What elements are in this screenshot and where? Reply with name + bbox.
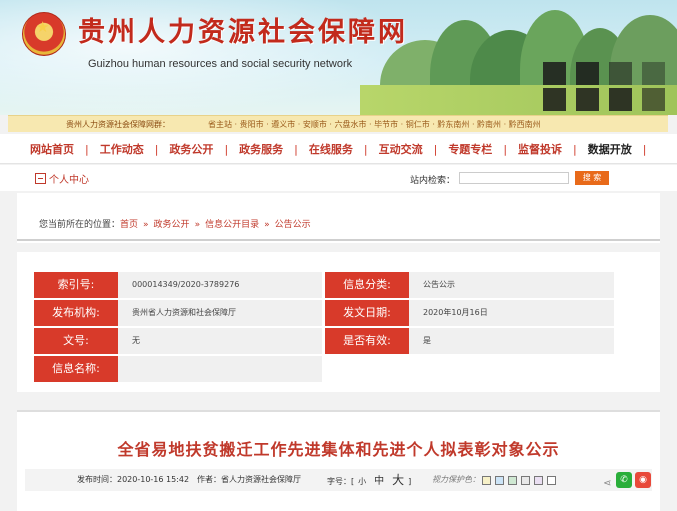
nav-separator: | xyxy=(224,142,229,156)
article-author: 作者：省人力资源社会保障厅 xyxy=(197,475,301,484)
search-button[interactable]: 搜 索 xyxy=(575,171,609,185)
nav-separator: | xyxy=(573,142,577,156)
index-label: 索引号: xyxy=(34,272,123,298)
breadcrumb-separator: » xyxy=(264,220,270,230)
category-value: 公告公示 xyxy=(409,272,614,298)
breadcrumb: 您当前所在的位置：首页 » 政务公开 » 信息公开目录 » 公告公示 xyxy=(39,217,311,230)
nav-item-open-data[interactable]: 数据开放 | xyxy=(588,141,658,157)
font-size-control: 字号：[小中大] xyxy=(327,473,412,487)
date-label: 发文日期: xyxy=(325,300,414,326)
org-label: 发布机构: xyxy=(34,300,123,326)
eye-care-swatch[interactable] xyxy=(521,476,530,485)
font-size-small[interactable]: 小 xyxy=(358,477,366,486)
breadcrumb-catalog[interactable]: 信息公开目录 xyxy=(205,220,259,230)
breadcrumb-separator: » xyxy=(194,220,201,230)
site-group-label: 贵州人力资源社会保障网群： xyxy=(66,120,170,129)
eye-care-swatch[interactable] xyxy=(547,476,556,485)
breadcrumb-home[interactable]: 首页 xyxy=(120,220,138,230)
eye-care-swatch[interactable] xyxy=(482,476,491,485)
nav-separator: | xyxy=(85,142,89,156)
name-label: 信息名称: xyxy=(34,356,123,382)
nav-separator: | xyxy=(154,142,159,156)
nav-separator: | xyxy=(433,142,438,156)
font-size-label: 字号： xyxy=(327,477,351,486)
nav-separator: | xyxy=(363,142,368,156)
nav-item-topics[interactable]: 专题专栏 | xyxy=(448,141,518,157)
personal-center-label: 个人中心 xyxy=(49,175,89,186)
nav-item-gov-service[interactable]: 政务服务 | xyxy=(239,141,309,157)
nav-item-news[interactable]: 工作动态 | xyxy=(100,141,170,157)
main-nav: 网站首页 | 工作动态 | 政务公开 | 政务服务 | 在线服务 | 互动交流 | 专题专栏… xyxy=(0,134,677,164)
site-banner: ★ 贵州人力资源社会保障网 Guizhou human resources an… xyxy=(0,0,677,115)
national-emblem-icon: ★ xyxy=(22,12,66,56)
font-size-large[interactable]: 大 xyxy=(392,473,404,487)
nav-item-home[interactable]: 网站首页 | xyxy=(30,141,100,157)
breadcrumb-divider xyxy=(17,239,660,241)
valid-label: 是否有效: xyxy=(325,328,414,354)
site-group-bar: 贵州人力资源社会保障网群： 省主站 · 贵阳市 · 遵义市 · 安顺市 · 六盘… xyxy=(8,115,668,132)
eye-care-swatch[interactable] xyxy=(495,476,504,485)
share-icon[interactable]: ⋖ xyxy=(603,473,611,495)
article-meta-bar: 发布时间：2020-10-16 15:42 作者：省人力资源社会保障厅 字号：[… xyxy=(25,469,652,491)
site-subtitle: Guizhou human resources and social secur… xyxy=(88,58,353,70)
banner-tile xyxy=(609,88,632,111)
article-title: 全省易地扶贫搬迁工作先进集体和先进个人拟表彰对象公示 xyxy=(117,440,560,459)
nav-item-interaction[interactable]: 互动交流 | xyxy=(379,141,449,157)
article-panel: 全省易地扶贫搬迁工作先进集体和先进个人拟表彰对象公示 发布时间：2020-10-… xyxy=(17,410,660,511)
nav-separator: | xyxy=(642,142,647,156)
banner-tile xyxy=(543,62,566,85)
search-label: 站内检索： xyxy=(410,176,456,186)
valid-value: 是 xyxy=(409,328,614,354)
banner-tile xyxy=(609,62,632,85)
date-value: 2020年10月16日 xyxy=(409,300,614,326)
eye-care-swatch[interactable] xyxy=(508,476,517,485)
login-icon xyxy=(35,173,46,184)
font-size-medium[interactable]: 中 xyxy=(374,476,384,487)
name-value xyxy=(118,356,322,382)
banner-tile xyxy=(543,88,566,111)
search-input[interactable] xyxy=(459,172,569,184)
docno-value: 无 xyxy=(118,328,322,354)
category-label: 信息分类: xyxy=(325,272,414,298)
toolbar: 个人中心 站内检索： 搜 索 xyxy=(0,165,677,191)
banner-tile xyxy=(642,62,665,85)
banner-tile xyxy=(642,88,665,111)
eye-care-label: 视力保护色： xyxy=(432,475,480,484)
publish-time: 发布时间：2020-10-16 15:42 xyxy=(77,475,190,484)
wechat-icon[interactable]: ✆ xyxy=(616,472,632,488)
org-value: 贵州省人力资源和社会保障厅 xyxy=(118,300,322,326)
breadcrumb-separator: » xyxy=(143,220,149,230)
nav-separator: | xyxy=(503,142,508,156)
index-value: 000014349/2020-3789276 xyxy=(118,272,322,298)
weibo-icon[interactable]: ◉ xyxy=(635,472,651,488)
eye-care-swatch[interactable] xyxy=(534,476,543,485)
banner-tile xyxy=(576,62,599,85)
nav-item-online-service[interactable]: 在线服务 | xyxy=(309,141,379,157)
banner-tiles xyxy=(543,62,665,111)
breadcrumb-notices[interactable]: 公告公示 xyxy=(275,220,311,230)
nav-item-complaints[interactable]: 监督投诉 | xyxy=(518,141,588,157)
site-group-links[interactable]: 省主站 · 贵阳市 · 遵义市 · 安顺市 · 六盘水市 · 毕节市 · 铜仁市… xyxy=(208,116,541,133)
nav-separator: | xyxy=(294,142,298,156)
breadcrumb-gov-info[interactable]: 政务公开 xyxy=(154,220,190,230)
personal-center-link[interactable]: 个人中心 xyxy=(35,171,89,186)
site-title: 贵州人力资源社会保障网 xyxy=(78,17,408,48)
nav-item-gov-info[interactable]: 政务公开 | xyxy=(169,141,239,157)
docno-label: 文号: xyxy=(34,328,123,354)
breadcrumb-panel: 您当前所在的位置：首页 » 政务公开 » 信息公开目录 » 公告公示 xyxy=(17,193,660,243)
breadcrumb-lead: 您当前所在的位置： xyxy=(39,220,121,230)
banner-tile xyxy=(576,88,599,111)
info-table: 索引号: 000014349/2020-3789276 信息分类: 公告公示 发… xyxy=(17,252,660,392)
